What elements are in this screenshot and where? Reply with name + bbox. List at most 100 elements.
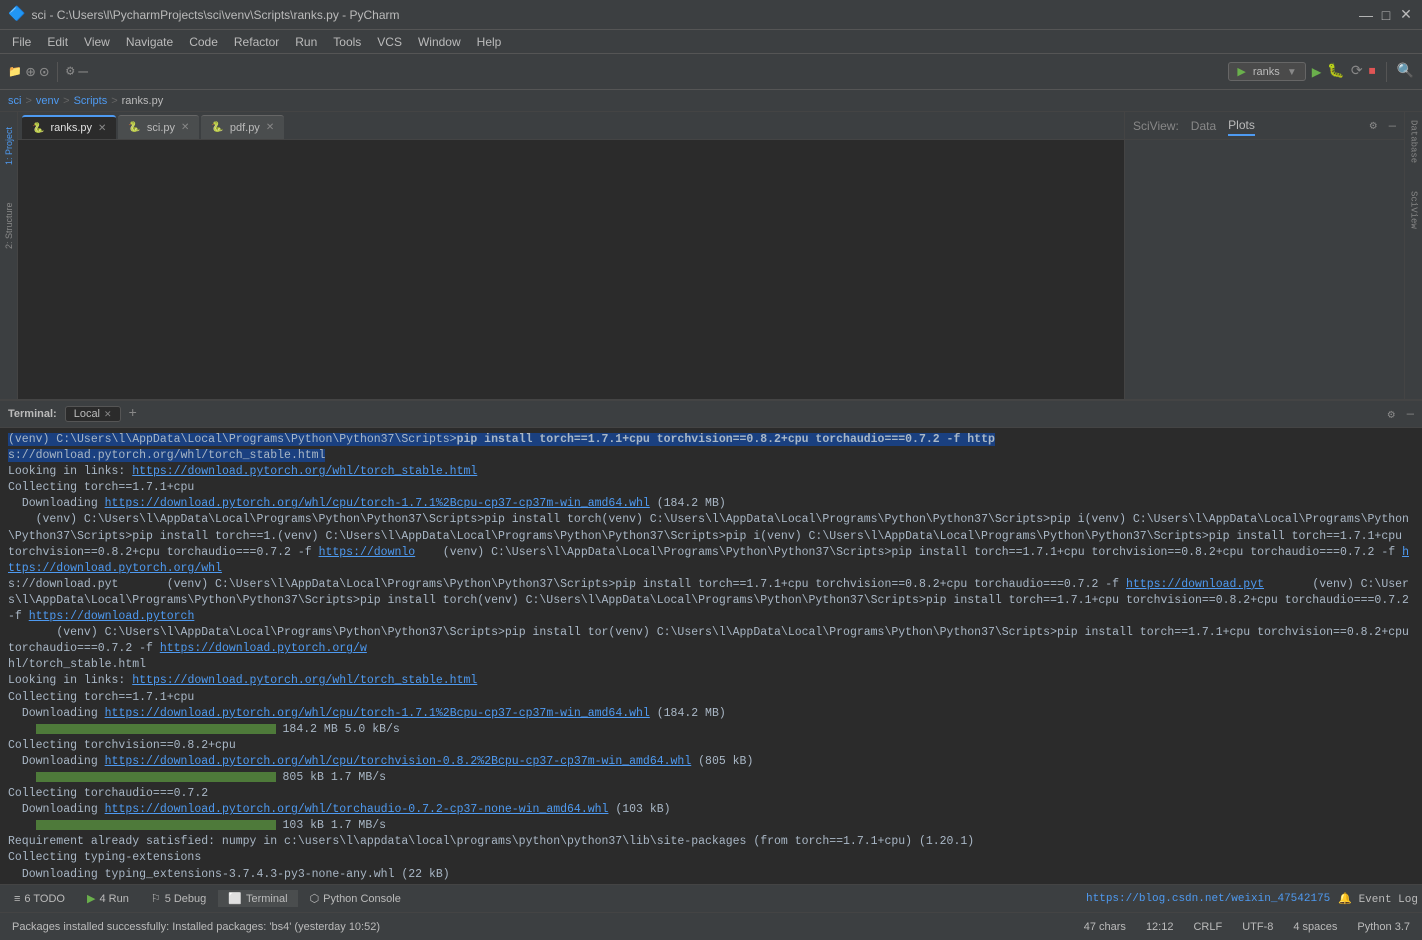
toolbar-sep-2	[1386, 62, 1387, 82]
run-tab-label: 4 Run	[99, 893, 128, 905]
pdf-py-icon: 🐍	[211, 122, 223, 133]
ranks-py-close[interactable]: ✕	[98, 123, 106, 134]
btab-python-console[interactable]: ⬡ Python Console	[300, 890, 411, 907]
menu-edit[interactable]: Edit	[39, 33, 76, 51]
breadcrumb-scripts[interactable]: Scripts	[74, 95, 108, 107]
sciview-panel: SciView: Data Plots ⚙ —	[1124, 112, 1404, 399]
btab-todo[interactable]: ≡ 6 TODO	[4, 891, 75, 907]
terminal-tab-label: Terminal	[246, 893, 288, 905]
status-linesep[interactable]: CRLF	[1189, 921, 1226, 933]
link-torch-whl-1[interactable]: https://download.pytorch.org/whl/cpu/tor…	[105, 497, 650, 510]
menu-bar: File Edit View Navigate Code Refactor Ru…	[0, 30, 1422, 54]
menu-navigate[interactable]: Navigate	[118, 33, 181, 51]
link-torch-stable-1[interactable]: https://download.pytorch.org/whl/torch_s…	[132, 465, 477, 478]
sci-py-label: sci.py	[147, 122, 175, 134]
sciview-close[interactable]: —	[1389, 119, 1396, 133]
term-line-3: Collecting torch==1.7.1+cpu	[8, 480, 1414, 496]
sidebar-sciview[interactable]: SciView	[1407, 187, 1421, 233]
status-python[interactable]: Python 3.7	[1353, 921, 1414, 933]
new-dir-button[interactable]: ⊕	[26, 62, 36, 82]
menu-vcs[interactable]: VCS	[369, 33, 410, 51]
settings-button[interactable]: ⚙	[66, 63, 74, 80]
terminal-add-tab[interactable]: +	[129, 406, 137, 422]
event-log-label[interactable]: 🔔 Event Log	[1338, 892, 1418, 906]
link-download-pytorch[interactable]: https://download.pytorch	[29, 610, 195, 623]
tab-ranks-py[interactable]: 🐍 ranks.py ✕	[22, 115, 116, 139]
collapse-button[interactable]: ⊙	[39, 62, 49, 82]
term-line-8: Collecting torchvision==0.8.2+cpu	[8, 738, 1414, 754]
terminal-tabs-bar: Terminal: Local ✕ + ⚙ —	[0, 400, 1422, 428]
sciview-label: SciView:	[1133, 119, 1179, 133]
sidebar-structure[interactable]: 2: Structure	[0, 196, 18, 256]
menu-run[interactable]: Run	[287, 33, 325, 51]
term-line-4: Downloading https://download.pytorch.org…	[8, 496, 1414, 512]
breadcrumb-sci[interactable]: sci	[8, 95, 21, 107]
menu-tools[interactable]: Tools	[325, 33, 369, 51]
menu-window[interactable]: Window	[410, 33, 469, 51]
stop-button[interactable]: ⏹	[1369, 64, 1376, 80]
run-config-selector[interactable]: ▶ ranks ▼	[1228, 62, 1305, 81]
minimize-button[interactable]: —	[1358, 7, 1374, 23]
debug-tab-icon: ⚐	[151, 892, 161, 905]
terminal-area: Terminal: Local ✕ + ⚙ — (venv) C:\Users\…	[0, 400, 1422, 940]
status-chars[interactable]: 47 chars	[1080, 921, 1130, 933]
pdf-py-close[interactable]: ✕	[266, 122, 274, 133]
editor-area: 🐍 ranks.py ✕ 🐍 sci.py ✕ 🐍 pdf.py ✕	[18, 112, 1124, 399]
status-indent[interactable]: 4 spaces	[1289, 921, 1341, 933]
link-https-s[interactable]: https://download.pytorch.org/whl	[8, 546, 1409, 575]
breadcrumb-file[interactable]: ranks.py	[122, 95, 164, 107]
link-torch-stable-2[interactable]: https://download.pytorch.org/whl/torch_s…	[132, 674, 477, 687]
terminal-tab-local[interactable]: Local ✕	[65, 406, 121, 422]
run-tab-icon: ▶	[87, 892, 95, 905]
link-torch-whl-2[interactable]: https://download.pytorch.org/whl/cpu/tor…	[105, 707, 650, 720]
tab-sci-py[interactable]: 🐍 sci.py ✕	[118, 115, 199, 139]
term-progress-3: 103 kB 1.7 MB/s	[8, 818, 1414, 834]
sciview-tabs-bar: SciView: Data Plots ⚙ —	[1125, 112, 1404, 140]
term-line-14: Downloading typing_extensions-3.7.4.3-py…	[8, 867, 1414, 883]
run-coverage-button[interactable]: ⟳	[1351, 63, 1363, 80]
breadcrumb-venv[interactable]: venv	[36, 95, 59, 107]
run-debug-button[interactable]: 🐛	[1327, 63, 1344, 80]
sciview-tab-data[interactable]: Data	[1191, 117, 1216, 135]
bottom-tabs: ≡ 6 TODO ▶ 4 Run ⚐ 5 Debug ⬜ Terminal ⬡ …	[0, 884, 1422, 912]
sci-py-icon: 🐍	[128, 122, 140, 133]
menu-help[interactable]: Help	[469, 33, 510, 51]
menu-refactor[interactable]: Refactor	[226, 33, 287, 51]
menu-file[interactable]: File	[4, 33, 39, 51]
term-progress-2: 805 kB 1.7 MB/s	[8, 770, 1414, 786]
csdn-link[interactable]: https://blog.csdn.net/weixin_47542175	[1086, 893, 1330, 905]
hide-button[interactable]: —	[78, 63, 88, 81]
btab-debug[interactable]: ⚐ 5 Debug	[141, 890, 216, 907]
term-garbled-3: (venv) C:\Users\l\AppData\Local\Programs…	[8, 625, 1414, 673]
terminal-settings[interactable]: ⚙	[1388, 407, 1395, 422]
btab-run[interactable]: ▶ 4 Run	[77, 890, 139, 907]
sciview-settings[interactable]: ⚙	[1370, 118, 1377, 133]
status-position[interactable]: 12:12	[1142, 921, 1178, 933]
titlebar-controls: — □ ✕	[1358, 7, 1414, 23]
status-encoding[interactable]: UTF-8	[1238, 921, 1277, 933]
run-button[interactable]: ▶	[1312, 62, 1322, 82]
term-garbled: (venv) C:\Users\l\AppData\Local\Programs…	[8, 512, 1414, 576]
sidebar-database[interactable]: Database	[1407, 116, 1421, 167]
sidebar-project[interactable]: 1: Project	[0, 116, 18, 176]
search-everywhere-button[interactable]: 🔍	[1397, 63, 1414, 80]
link-torchvision-whl[interactable]: https://download.pytorch.org/whl/cpu/tor…	[105, 755, 692, 768]
link-download-pytorch-org[interactable]: https://download.pytorch.org/w	[160, 642, 367, 655]
sci-py-close[interactable]: ✕	[181, 122, 189, 133]
maximize-button[interactable]: □	[1378, 7, 1394, 23]
menu-code[interactable]: Code	[181, 33, 226, 51]
close-button[interactable]: ✕	[1398, 7, 1414, 23]
link-download-pyt[interactable]: https://download.pyt	[1126, 578, 1264, 591]
terminal-content[interactable]: (venv) C:\Users\l\AppData\Local\Programs…	[0, 428, 1422, 884]
tab-pdf-py[interactable]: 🐍 pdf.py ✕	[201, 115, 284, 139]
link-downlo[interactable]: https://downlo	[319, 546, 416, 559]
terminal-hide[interactable]: —	[1407, 407, 1414, 421]
terminal-tab-close[interactable]: ✕	[104, 409, 112, 420]
app-icon: 🔷	[8, 6, 25, 23]
debug-tab-label: 5 Debug	[165, 893, 207, 905]
editor-body[interactable]	[18, 140, 1124, 399]
sciview-tab-plots[interactable]: Plots	[1228, 116, 1255, 136]
btab-terminal[interactable]: ⬜ Terminal	[218, 890, 297, 907]
menu-view[interactable]: View	[76, 33, 118, 51]
link-torchaudio-whl[interactable]: https://download.pytorch.org/whl/torchau…	[105, 803, 609, 816]
